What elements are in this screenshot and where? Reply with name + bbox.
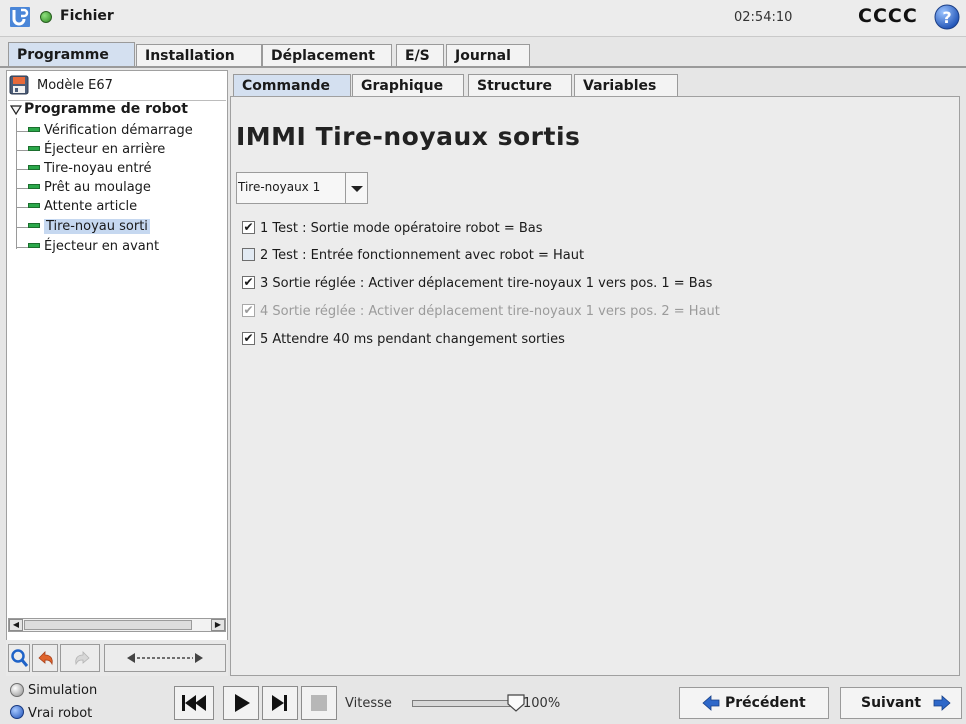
- robot-name: CCCC: [858, 5, 918, 27]
- tree-connector: [16, 131, 28, 132]
- checkbox-checked[interactable]: ✔: [242, 276, 255, 289]
- command-item-3[interactable]: ✔ 3 Sortie réglée : Activer déplacement t…: [242, 276, 712, 296]
- tab-deplacement[interactable]: Déplacement: [262, 44, 392, 66]
- tab-variables[interactable]: Variables: [574, 74, 678, 96]
- tree-connector: [16, 227, 28, 228]
- play-icon: [235, 694, 250, 712]
- next-button[interactable]: Suivant: [840, 687, 962, 719]
- tree-item-tire-noyau-entre[interactable]: Tire-noyau entré: [28, 161, 152, 180]
- simulation-label[interactable]: Simulation: [28, 683, 97, 698]
- scroll-right-icon[interactable]: ▶: [211, 619, 225, 631]
- command-item-5[interactable]: ✔ 5 Attendre 40 ms pendant changement sor…: [242, 332, 565, 352]
- real-robot-label[interactable]: Vrai robot: [28, 706, 92, 721]
- file-status-icon: [40, 11, 52, 23]
- speed-label: Vitesse: [345, 696, 392, 711]
- node-icon: [28, 146, 40, 151]
- top-bar: [0, 0, 966, 37]
- stop-icon: [311, 695, 327, 711]
- tab-divider: [0, 66, 966, 68]
- tree-item-ejecteur-avant[interactable]: Éjecteur en avant: [28, 239, 159, 258]
- node-icon: [28, 223, 40, 228]
- simulation-radio[interactable]: [10, 683, 24, 697]
- search-icon: [11, 649, 29, 667]
- tab-programme[interactable]: Programme: [8, 42, 135, 66]
- ur-logo-icon: [10, 7, 30, 27]
- tab-installation[interactable]: Installation: [136, 44, 262, 66]
- tree-connector: [16, 188, 28, 189]
- tab-journal[interactable]: Journal: [446, 44, 530, 66]
- tree-item-verification-demarrage[interactable]: Vérification démarrage: [28, 123, 193, 142]
- clock: 02:54:10: [734, 10, 793, 25]
- core-puller-select-value: Tire-noyaux 1: [238, 180, 321, 194]
- skip-back-icon: [182, 695, 206, 711]
- play-button[interactable]: [223, 686, 259, 720]
- command-item-2[interactable]: 2 Test : Entrée fonctionnement avec robo…: [242, 248, 584, 268]
- search-button[interactable]: [8, 644, 30, 672]
- previous-button[interactable]: Précédent: [679, 687, 829, 719]
- tab-graphique[interactable]: Graphique: [352, 74, 464, 96]
- tree-connector: [16, 118, 17, 249]
- svg-text:?: ?: [942, 8, 951, 27]
- step-button[interactable]: [262, 686, 298, 720]
- undo-icon: [38, 651, 53, 666]
- checkbox-checked[interactable]: ✔: [242, 332, 255, 345]
- help-icon[interactable]: ?: [934, 4, 960, 30]
- tab-commande[interactable]: Commande: [233, 74, 351, 96]
- tree-connector: [16, 150, 28, 151]
- command-item-4: ✔ 4 Sortie réglée : Activer déplacement t…: [242, 303, 720, 319]
- tree-root[interactable]: Programme de robot: [24, 101, 188, 117]
- node-icon: [28, 165, 40, 170]
- checkbox-unchecked[interactable]: [242, 248, 255, 261]
- tab-es[interactable]: E/S: [396, 44, 444, 66]
- checkbox-checked-disabled: ✔: [242, 303, 255, 317]
- checkbox-checked[interactable]: ✔: [242, 221, 255, 234]
- tree-connector: [16, 247, 28, 248]
- node-icon: [28, 127, 40, 132]
- tree-item-pret-moulage[interactable]: Prêt au moulage: [28, 180, 151, 199]
- real-robot-radio[interactable]: [10, 705, 24, 719]
- node-icon: [28, 203, 40, 208]
- tree-item-attente-article[interactable]: Attente article: [28, 199, 137, 218]
- speed-value: 100%: [523, 696, 561, 711]
- tab-structure[interactable]: Structure: [468, 74, 572, 96]
- program-name: Modèle E67: [37, 78, 113, 93]
- page-title: IMMI Tire-noyaux sortis: [236, 122, 581, 151]
- move-arrows-icon: [127, 653, 203, 663]
- file-menu[interactable]: Fichier: [60, 8, 114, 24]
- collapse-triangle-icon[interactable]: [10, 104, 22, 116]
- scrollbar-thumb[interactable]: [24, 620, 192, 630]
- arrow-right-icon: [933, 695, 951, 711]
- redo-icon: [75, 651, 90, 666]
- node-icon: [28, 243, 40, 248]
- tree-connector: [16, 169, 28, 170]
- move-node-button[interactable]: [104, 644, 226, 672]
- rewind-button[interactable]: [174, 686, 214, 720]
- tree-item-tire-noyau-sorti[interactable]: Tire-noyau sorti: [28, 219, 150, 238]
- undo-button[interactable]: [32, 644, 58, 672]
- redo-button[interactable]: [60, 644, 100, 672]
- arrow-left-icon: [702, 695, 720, 711]
- speed-slider[interactable]: [412, 700, 512, 707]
- command-item-1[interactable]: ✔ 1 Test : Sortie mode opératoire robot =…: [242, 221, 543, 241]
- tree-item-ejecteur-arriere[interactable]: Éjecteur en arrière: [28, 142, 165, 161]
- node-icon: [28, 184, 40, 189]
- chevron-down-icon[interactable]: [345, 173, 368, 203]
- scroll-left-icon[interactable]: ◀: [9, 619, 23, 631]
- save-file-icon[interactable]: [9, 75, 29, 95]
- skip-forward-icon: [272, 695, 287, 711]
- tree-connector: [16, 207, 28, 208]
- stop-button[interactable]: [301, 686, 337, 720]
